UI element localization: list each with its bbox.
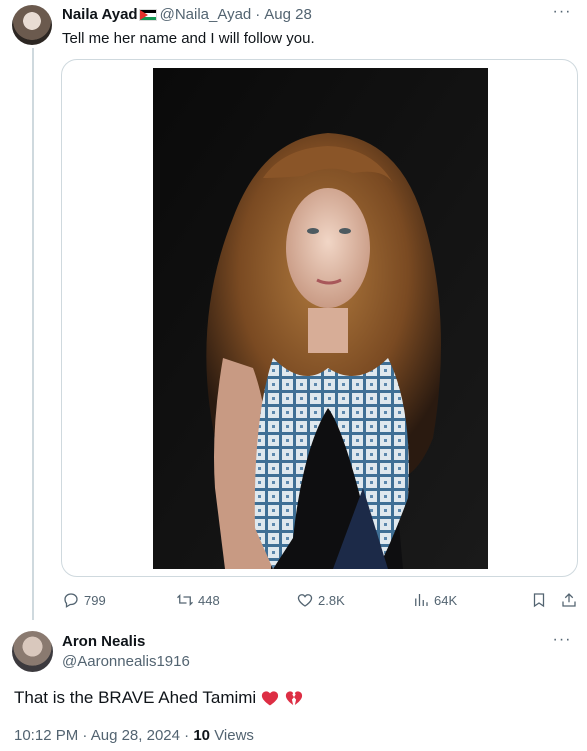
red-heart-icon (262, 691, 279, 706)
views-button[interactable]: 64K (412, 589, 457, 611)
reply-views-count: 10 (193, 727, 211, 744)
bookmark-icon (533, 593, 545, 608)
reply-button[interactable]: 799 (62, 589, 106, 611)
retweet-icon (177, 593, 193, 607)
retweet-count: 448 (198, 592, 220, 608)
media-card[interactable] (61, 59, 578, 577)
retweet-button[interactable]: 448 (176, 589, 220, 611)
reply-author-name[interactable]: Aron Nealis (62, 633, 145, 651)
broken-heart-icon (286, 691, 303, 706)
separator-dot: · (255, 6, 261, 23)
reply-date[interactable]: Aug 28, 2024 (91, 727, 180, 744)
reply-author-avatar[interactable] (12, 631, 53, 672)
tweet-date[interactable]: Aug 28 (264, 6, 312, 24)
palestine-flag-icon (138, 9, 157, 21)
more-options-icon[interactable]: ··· (551, 632, 573, 652)
tweet-actions-bar: 799 448 2.8K 64K (62, 589, 578, 611)
separator-dot: · (184, 727, 190, 744)
bookmark-button[interactable] (530, 589, 548, 611)
like-button[interactable]: 2.8K (296, 589, 345, 611)
more-options-icon[interactable]: ··· (551, 4, 573, 24)
share-button[interactable] (560, 589, 578, 611)
author-avatar[interactable] (12, 5, 52, 45)
like-count: 2.8K (318, 592, 345, 608)
author-handle[interactable]: @Naila_Ayad (160, 6, 252, 24)
reply-text-line: That is the BRAVE Ahed Tamimi (14, 686, 304, 710)
heart-icon (297, 594, 313, 607)
share-icon (562, 593, 576, 607)
reply-author-handle[interactable]: @Aaronnealis1916 (62, 653, 190, 671)
tweet-text: Tell me her name and I will follow you. (62, 30, 315, 47)
separator-dot: · (82, 727, 88, 744)
reply-text: That is the BRAVE Ahed Tamimi (14, 688, 257, 707)
reply-views-label: Views (214, 727, 254, 744)
tweet-photo[interactable] (153, 68, 488, 569)
reply-count: 799 (84, 592, 106, 608)
reply-meta: 10:12 PM · Aug 28, 2024 · 10 Views (14, 727, 254, 745)
tweet-header: Naila Ayad @Naila_Ayad · Aug 28 (62, 6, 312, 24)
author-name[interactable]: Naila Ayad (62, 6, 138, 24)
reply-time[interactable]: 10:12 PM (14, 727, 78, 744)
reply-icon (64, 593, 78, 608)
views-icon (415, 594, 428, 606)
thread-connector-line (32, 48, 34, 620)
portrait-image (153, 68, 488, 569)
views-count: 64K (434, 592, 458, 608)
